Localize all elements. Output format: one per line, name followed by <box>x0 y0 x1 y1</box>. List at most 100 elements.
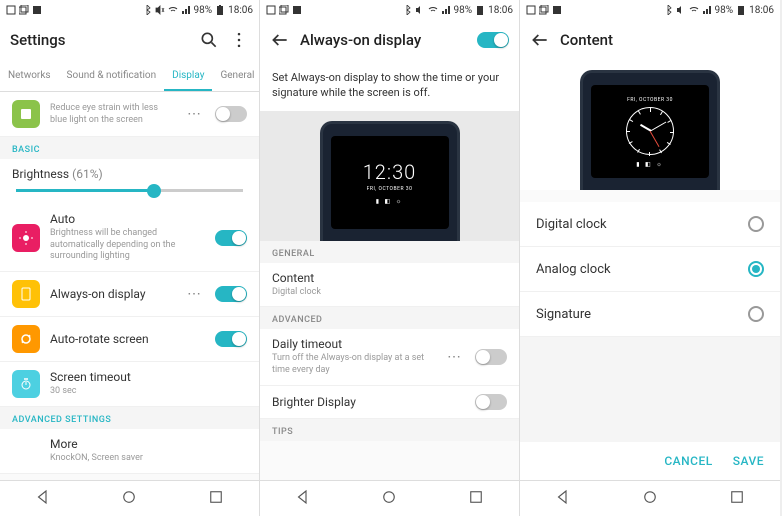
timeout-icon <box>12 370 40 398</box>
wifi-icon <box>689 5 699 15</box>
statusbar: 98% 18:06 <box>0 0 259 20</box>
clock-text: 18:06 <box>228 5 253 16</box>
bluetooth-icon <box>402 5 412 15</box>
reader-icon <box>12 100 40 128</box>
signal-icon <box>181 5 191 15</box>
brightness-icon <box>12 224 40 252</box>
battery-icon <box>215 5 225 15</box>
notif-icon <box>279 5 289 15</box>
content-row[interactable]: Content Digital clock <box>260 263 519 308</box>
notif-icon <box>6 5 16 15</box>
notif-icon <box>292 5 302 15</box>
home-nav-icon[interactable] <box>641 488 659 510</box>
rotate-icon <box>12 325 40 353</box>
aod-toggle[interactable] <box>215 286 247 302</box>
aod-row[interactable]: Always-on display ⋯ <box>0 272 259 317</box>
back-nav-icon[interactable] <box>294 488 312 510</box>
battery-icon <box>736 5 746 15</box>
tab-sound[interactable]: Sound & notification <box>59 60 165 91</box>
recent-nav-icon[interactable] <box>467 488 485 510</box>
analog-preview: FRI, OCTOBER 30 ▮ ◧ ☼ <box>520 60 780 190</box>
notif-icon <box>552 5 562 15</box>
page-title: Settings <box>10 31 189 49</box>
timeout-row[interactable]: Screen timeout 30 sec <box>0 362 259 407</box>
home-nav-icon[interactable] <box>120 488 138 510</box>
more-icon[interactable]: ⋯ <box>443 349 465 365</box>
brighter-row[interactable]: Brighter Display <box>260 386 519 419</box>
content-picker: FRI, OCTOBER 30 ▮ ◧ ☼ Digital clock Anal… <box>520 60 780 480</box>
analog-clock-icon <box>626 107 674 155</box>
screen-aod: 98% 18:06 Always-on display Set Always-o… <box>260 0 520 516</box>
statusbar: 98% 18:06 <box>520 0 780 20</box>
tab-general[interactable]: General <box>212 60 262 91</box>
radio-signature[interactable]: Signature <box>520 292 780 337</box>
notif-icon <box>526 5 536 15</box>
mute-icon <box>415 5 425 15</box>
rotate-row[interactable]: Auto-rotate screen <box>0 317 259 362</box>
cancel-button[interactable]: CANCEL <box>664 454 712 468</box>
brightness-slider[interactable] <box>16 189 243 192</box>
battery-pct: 98% <box>194 5 213 16</box>
page-title: Content <box>560 31 770 49</box>
header: Settings <box>0 20 259 60</box>
tab-display[interactable]: Display <box>164 60 212 91</box>
notif-icon <box>32 5 42 15</box>
statusbar: 98% 18:06 <box>260 0 519 20</box>
home-nav-icon[interactable] <box>380 488 398 510</box>
screen-settings: 98% 18:06 Settings Networks Sound & noti… <box>0 0 260 516</box>
section-tips: TIPS <box>260 419 519 441</box>
screen-content: 98% 18:06 Content FRI, OCTOBER 30 <box>520 0 780 516</box>
reader-mode-row[interactable]: Reduce eye strain with less blue light o… <box>0 92 259 137</box>
more-icon[interactable]: ⋯ <box>183 106 205 122</box>
section-general: GENERAL <box>260 241 519 263</box>
radio-icon <box>748 216 764 232</box>
settings-content: Reduce eye strain with less blue light o… <box>0 92 259 480</box>
recent-nav-icon[interactable] <box>207 488 225 510</box>
navbar <box>260 480 519 516</box>
aod-icon <box>12 280 40 308</box>
signal-icon <box>441 5 451 15</box>
daily-timeout-row[interactable]: Daily timeout Turn off the Always-on dis… <box>260 329 519 385</box>
radio-digital[interactable]: Digital clock <box>520 202 780 247</box>
search-icon[interactable] <box>199 30 219 50</box>
radio-icon <box>748 261 764 277</box>
aod-content: Set Always-on display to show the time o… <box>260 60 519 480</box>
aod-master-toggle[interactable] <box>477 32 509 48</box>
back-icon[interactable] <box>270 30 290 50</box>
rotate-toggle[interactable] <box>215 331 247 347</box>
bluetooth-icon <box>663 5 673 15</box>
navbar <box>0 480 259 516</box>
auto-brightness-toggle[interactable] <box>215 230 247 246</box>
notif-icon <box>19 5 29 15</box>
notif-icon <box>266 5 276 15</box>
tab-networks[interactable]: Networks <box>0 60 59 91</box>
mute-icon <box>155 5 165 15</box>
section-advanced: ADVANCED <box>260 307 519 329</box>
battery-icon <box>475 5 485 15</box>
back-nav-icon[interactable] <box>34 488 52 510</box>
aod-description: Set Always-on display to show the time o… <box>260 60 519 111</box>
section-basic: BASIC <box>0 137 259 159</box>
recent-nav-icon[interactable] <box>728 488 746 510</box>
more-icon[interactable]: ⋯ <box>183 286 205 302</box>
more-row[interactable]: More KnockON, Screen saver <box>0 429 259 474</box>
daily-timeout-toggle[interactable] <box>475 349 507 365</box>
notif-icon <box>539 5 549 15</box>
radio-icon <box>748 306 764 322</box>
section-advanced: ADVANCED SETTINGS <box>0 407 259 429</box>
overflow-icon[interactable] <box>229 30 249 50</box>
reader-toggle[interactable] <box>215 106 247 122</box>
save-button[interactable]: SAVE <box>733 454 764 468</box>
auto-brightness-row[interactable]: Auto Brightness will be changed automati… <box>0 204 259 272</box>
back-icon[interactable] <box>530 30 550 50</box>
brightness-row: Brightness (61%) <box>0 159 259 204</box>
page-title: Always-on display <box>300 31 467 49</box>
radio-analog[interactable]: Analog clock <box>520 247 780 292</box>
header: Content <box>520 20 780 60</box>
navbar <box>520 480 780 516</box>
back-nav-icon[interactable] <box>554 488 572 510</box>
brighter-toggle[interactable] <box>475 394 507 410</box>
aod-preview: 12:30 FRI, OCTOBER 30 ▮ ◧ ☼ <box>260 111 519 241</box>
wifi-icon <box>428 5 438 15</box>
bluetooth-icon <box>142 5 152 15</box>
